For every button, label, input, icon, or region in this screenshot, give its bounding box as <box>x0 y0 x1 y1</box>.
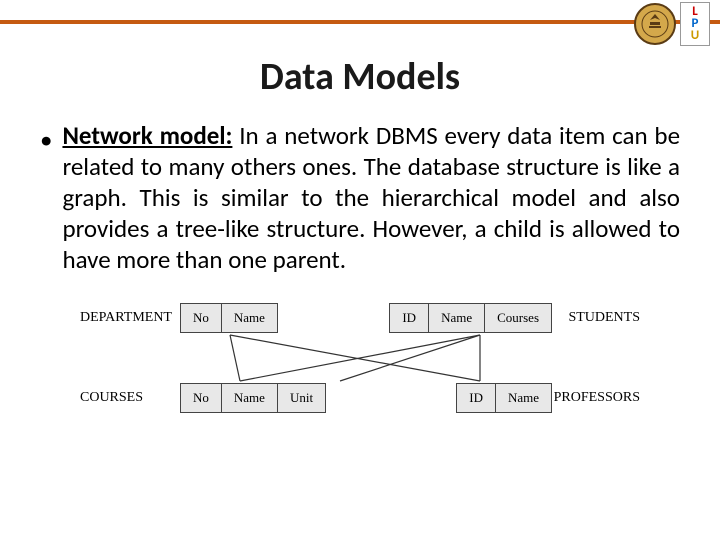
bullet-lead: Network model: <box>62 120 232 151</box>
label-professors: PROFESSORS <box>552 390 640 406</box>
prof-id: ID <box>457 384 496 412</box>
label-department: DEPARTMENT <box>80 310 180 326</box>
entity-courses: No Name Unit <box>180 383 326 413</box>
bullet-item: • Network model: In a network DBMS every… <box>40 120 680 275</box>
lpu-logo-icon: L P U <box>680 2 710 46</box>
stud-id: ID <box>390 304 429 332</box>
course-no: No <box>181 384 222 412</box>
dept-no: No <box>181 304 222 332</box>
bullet-text: Network model: In a network DBMS every d… <box>62 120 680 275</box>
slide-content: • Network model: In a network DBMS every… <box>0 100 720 431</box>
course-name: Name <box>222 384 278 412</box>
header-rule <box>0 20 720 24</box>
entity-department: No Name <box>180 303 278 333</box>
label-students: STUDENTS <box>552 310 640 326</box>
prof-name: Name <box>496 384 551 412</box>
lpu-u: U <box>691 30 700 42</box>
label-courses: COURSES <box>80 390 180 406</box>
entity-students: ID Name Courses <box>389 303 552 333</box>
slide-title: Data Models <box>0 54 720 100</box>
diagram-connectors <box>80 333 640 383</box>
diagram-row-top: DEPARTMENT No Name ID Name Courses STUDE… <box>80 301 640 335</box>
slide-header: L P U <box>0 0 720 48</box>
dept-name: Name <box>222 304 277 332</box>
course-unit: Unit <box>278 384 325 412</box>
stud-name: Name <box>429 304 485 332</box>
entity-professors: ID Name <box>456 383 552 413</box>
stud-courses: Courses <box>485 304 551 332</box>
university-seal-icon <box>634 3 676 45</box>
network-model-diagram: DEPARTMENT No Name ID Name Courses STUDE… <box>80 301 640 431</box>
logo-group: L P U <box>634 2 710 46</box>
bullet-marker-icon: • <box>40 120 52 275</box>
diagram-row-bottom: COURSES No Name Unit ID Name PROFESSORS <box>80 381 640 415</box>
